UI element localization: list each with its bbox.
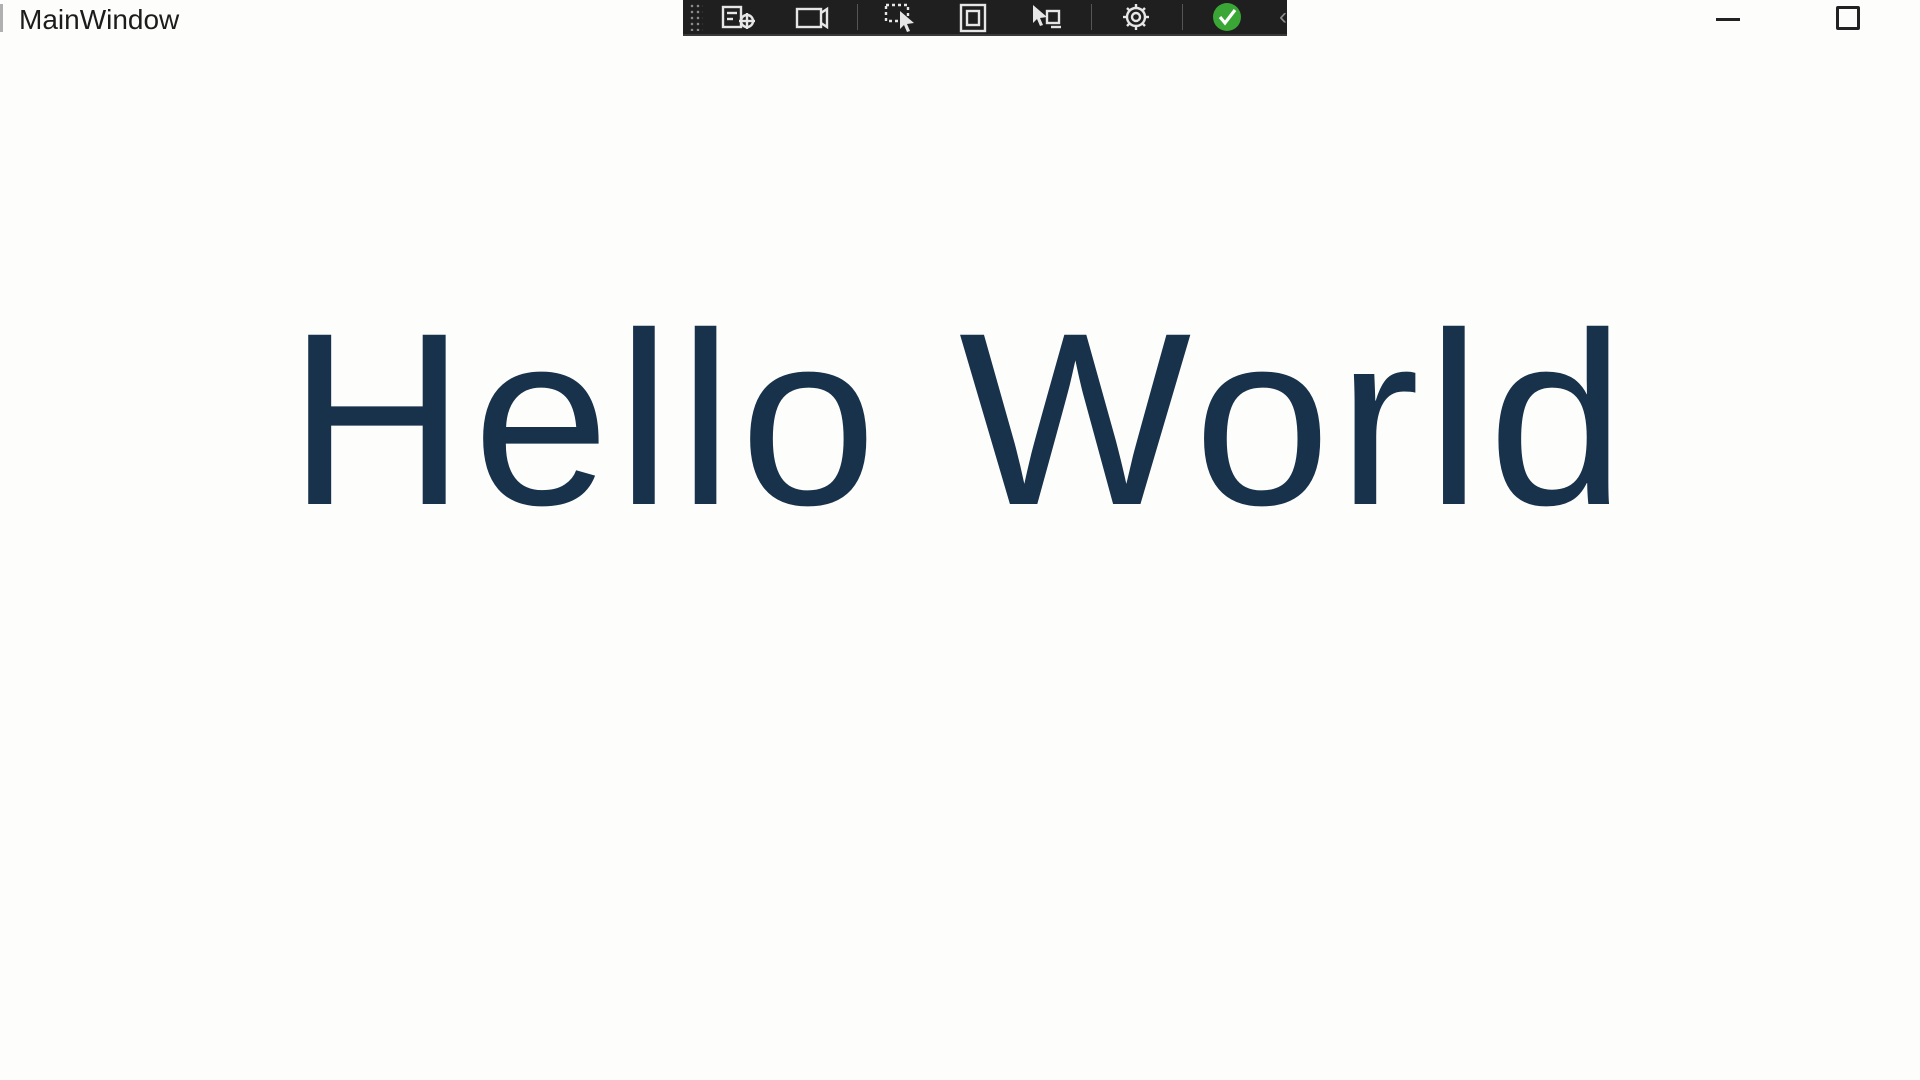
toolbar-separator: [1091, 4, 1093, 30]
main-window: MainWindow ‹ Hello World: [0, 0, 1920, 1080]
window-content: Hello World: [0, 40, 1920, 1080]
settings-icon[interactable]: [1110, 0, 1162, 34]
maximize-button[interactable]: [1815, 0, 1881, 36]
select-element-icon[interactable]: [876, 0, 928, 34]
hot-reload-icon[interactable]: [1019, 0, 1071, 34]
minimize-button[interactable]: [1695, 0, 1761, 36]
live-visual-tree-icon[interactable]: [713, 0, 765, 34]
title-bar[interactable]: MainWindow ‹: [0, 0, 1920, 40]
collapse-toolbar-icon[interactable]: ‹: [1279, 2, 1287, 32]
toolbar-separator: [856, 4, 858, 30]
maximize-icon: [1836, 6, 1860, 30]
track-focus-icon[interactable]: [785, 0, 837, 34]
verified-checkmark-icon[interactable]: [1201, 0, 1253, 34]
display-layout-adorners-icon[interactable]: [948, 0, 1000, 34]
hello-world-text: Hello World: [288, 282, 1632, 557]
minimize-icon: [1716, 17, 1740, 21]
window-title: MainWindow: [19, 4, 180, 35]
toolbar-grip-icon[interactable]: [689, 3, 703, 31]
toolbar-separator: [1182, 4, 1184, 30]
xaml-debug-toolbar: ‹: [683, 0, 1287, 36]
window-edge: [0, 4, 3, 32]
